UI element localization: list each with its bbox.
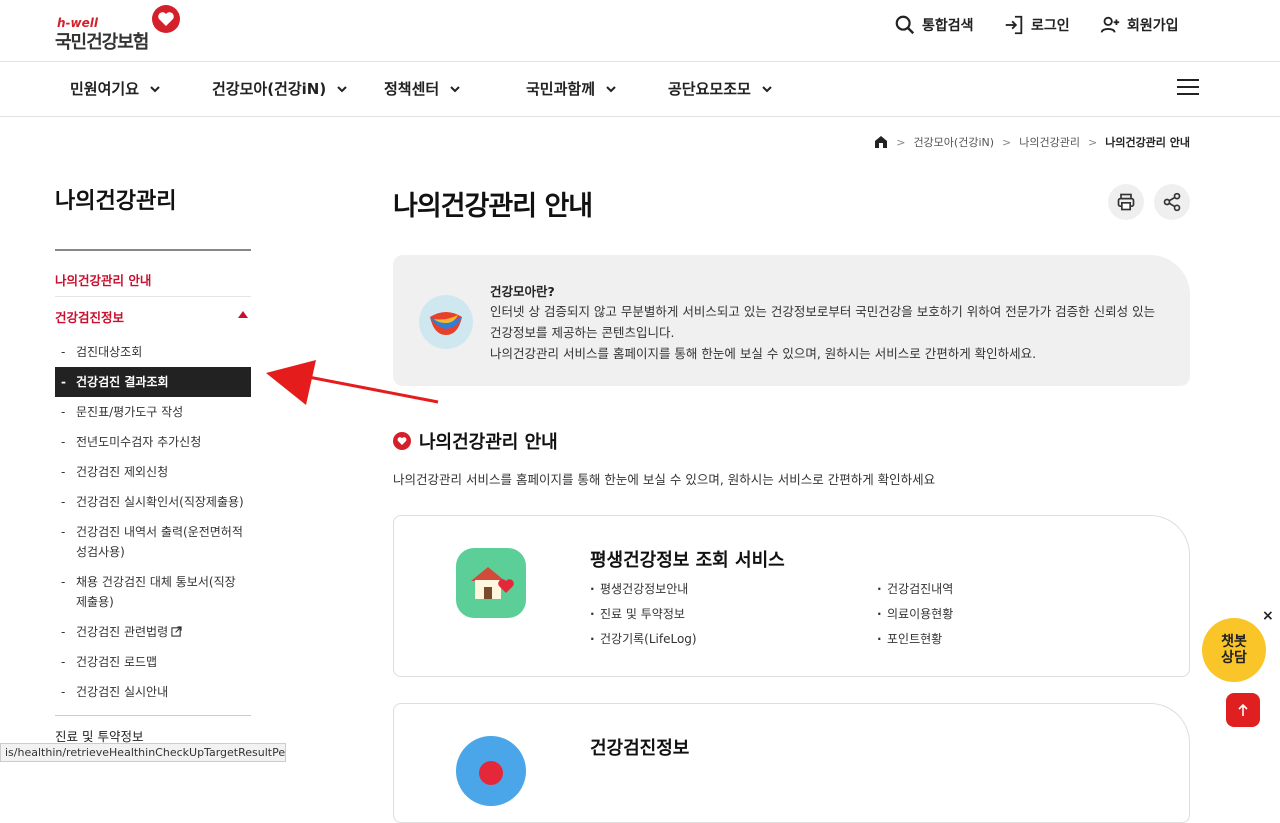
login-icon (1005, 15, 1023, 35)
lnb-sub-result[interactable]: 건강검진 결과조회 (55, 367, 251, 397)
gnb-item-together[interactable]: 국민과함께 (526, 78, 617, 99)
triangle-up-icon (238, 311, 248, 318)
healthmoa-logo-icon (419, 295, 473, 349)
share-icon (1163, 192, 1181, 212)
card-title: 건강검진정보 (590, 738, 690, 759)
menu-icon[interactable] (1177, 79, 1199, 99)
gnb-label: 정책센터 (384, 80, 440, 98)
search-icon (895, 15, 915, 35)
breadcrumb-separator: > (1087, 135, 1098, 149)
page-title: 나의건강관리 안내 (393, 191, 593, 222)
chatbot-label-1: 챗봇 (1221, 634, 1247, 650)
section-desc: 나의건강관리 서비스를 홈페이지를 통해 한눈에 보실 수 있으며, 원하시는 … (393, 472, 936, 487)
util-login[interactable]: 로그인 (1003, 14, 1070, 36)
info-body: 인터넷 상 검증되지 않고 무분별하게 서비스되고 있는 건강정보로부터 국민건… (490, 304, 1156, 361)
lnb-title: 나의건강관리 (55, 189, 177, 214)
print-button[interactable] (1108, 184, 1144, 220)
chatbot-label-2: 상담 (1221, 650, 1247, 666)
gnb-label: 국민과함께 (526, 80, 596, 98)
info-box: 건강모아란? 인터넷 상 검증되지 않고 무분별하게 서비스되고 있는 건강정보… (393, 255, 1190, 386)
user-add-icon (1100, 16, 1120, 33)
lnb-sub-roadmap[interactable]: 건강검진 로드맵 (55, 647, 251, 677)
house-heart-icon (456, 548, 526, 618)
breadcrumb-separator: > (1002, 135, 1012, 149)
share-button[interactable] (1154, 184, 1190, 220)
section-title-text: 나의건강관리 안내 (419, 432, 558, 453)
gnb-item-policy[interactable]: 정책센터 (384, 78, 461, 99)
breadcrumb-item[interactable]: 건강모아(건강iN) (913, 134, 994, 150)
util-login-label: 로그인 (1031, 18, 1070, 34)
card-link[interactable]: 의료이용현황 (877, 605, 1137, 624)
info-title: 건강모아란? (490, 284, 555, 299)
heart-badge-icon (393, 432, 411, 450)
lnb-item-guide[interactable]: 나의건강관리 안내 (55, 262, 251, 297)
util-search-label: 통합검색 (922, 18, 974, 34)
lnb-item-checkup-label: 건강검진정보 (55, 310, 125, 325)
logo-heart-icon (152, 5, 180, 33)
lnb-divider (55, 249, 251, 251)
gnb-item-about[interactable]: 공단요모조모 (668, 78, 773, 99)
chatbot-close-button[interactable]: × (1262, 608, 1274, 624)
arrow-up-icon (1238, 703, 1248, 716)
print-icon (1117, 193, 1135, 211)
side-nav: 나의건강관리 안내 건강검진정보 검진대상조회 건강검진 결과조회 문진표/평가… (55, 262, 251, 745)
lnb-sub-employment[interactable]: 채용 건강검진 대체 통보서(직장제출용) (55, 567, 251, 617)
chatbot-button[interactable]: 챗봇 상담 (1202, 618, 1266, 682)
chevron-down-icon (337, 85, 347, 92)
lnb-sub-law-label: 건강검진 관련법령 (76, 625, 169, 639)
card-link[interactable]: 포인트현황 (877, 630, 1137, 649)
lnb-sub-print[interactable]: 건강검진 내역서 출력(운전면허적성검사용) (55, 517, 251, 567)
gnb-item-civil[interactable]: 민원여기요 (70, 78, 161, 99)
card-link[interactable]: 건강기록(LifeLog) (590, 630, 877, 649)
service-card-lifetime[interactable]: 평생건강정보 조회 서비스 평생건강정보안내 건강검진내역 진료 및 투약정보 … (393, 515, 1190, 677)
card-title: 평생건강정보 조회 서비스 (590, 550, 785, 571)
util-search[interactable]: 통합검색 (894, 14, 974, 36)
util-signup-label: 회원가입 (1127, 18, 1179, 34)
gnb-label: 건강모아(건강iN) (212, 80, 327, 98)
lnb-sub-additional[interactable]: 전년도미수검자 추가신청 (55, 427, 251, 457)
chevron-down-icon (450, 85, 460, 92)
lnb-item-checkup[interactable]: 건강검진정보 (55, 297, 251, 337)
lnb-sub-questionnaire[interactable]: 문진표/평가도구 작성 (55, 397, 251, 427)
global-nav: 민원여기요 건강모아(건강iN) 정책센터 국민과함께 공단요모조모 (0, 62, 1280, 117)
checkup-icon (456, 736, 526, 806)
util-signup[interactable]: 회원가입 (1099, 14, 1179, 36)
service-card-checkup[interactable]: 건강검진정보 (393, 703, 1190, 823)
chevron-down-icon (606, 85, 616, 92)
logo-main-text: 국민건강보험 (55, 32, 149, 53)
gnb-item-healthin[interactable]: 건강모아(건강iN) (212, 78, 348, 99)
card-link[interactable]: 평생건강정보안내 (590, 580, 877, 599)
card-link[interactable]: 건강검진내역 (877, 580, 1137, 599)
lnb-sub-exclusion[interactable]: 건강검진 제외신청 (55, 457, 251, 487)
home-icon[interactable] (874, 135, 888, 149)
breadcrumb-current: 나의건강관리 안내 (1105, 136, 1190, 149)
scroll-top-button[interactable] (1226, 693, 1260, 727)
breadcrumb-separator: > (896, 135, 906, 149)
site-logo[interactable]: h-well 국민건강보험 (55, 4, 185, 54)
lnb-sub-target[interactable]: 검진대상조회 (55, 337, 251, 367)
lnb-sub-confirmation[interactable]: 건강검진 실시확인서(직장제출용) (55, 487, 251, 517)
browser-status-bar: is/healthin/retrieveHealthinCheckUpTarge… (0, 743, 286, 762)
lnb-item-treatment[interactable]: 진료 및 투약정보 (55, 716, 251, 745)
card-link[interactable]: 진료 및 투약정보 (590, 605, 877, 624)
chevron-down-icon (762, 85, 772, 92)
gnb-label: 공단요모조모 (668, 80, 751, 98)
breadcrumb-item[interactable]: 나의건강관리 (1019, 134, 1080, 150)
top-header: h-well 국민건강보험 통합검색 로그인 회원가입 (0, 0, 1280, 62)
card-link-list: 평생건강정보안내 건강검진내역 진료 및 투약정보 의료이용현황 건강기록(Li… (590, 580, 1150, 649)
chevron-down-icon (150, 85, 160, 92)
external-link-icon (171, 626, 182, 637)
lnb-sub-info[interactable]: 건강검진 실시안내 (55, 677, 251, 707)
section-title: 나의건강관리 안내 (393, 428, 558, 454)
gnb-label: 민원여기요 (70, 80, 140, 98)
lnb-sub-law[interactable]: 건강검진 관련법령 (55, 617, 251, 647)
breadcrumb: > 건강모아(건강iN) > 나의건강관리 > 나의건강관리 안내 (874, 134, 1190, 150)
